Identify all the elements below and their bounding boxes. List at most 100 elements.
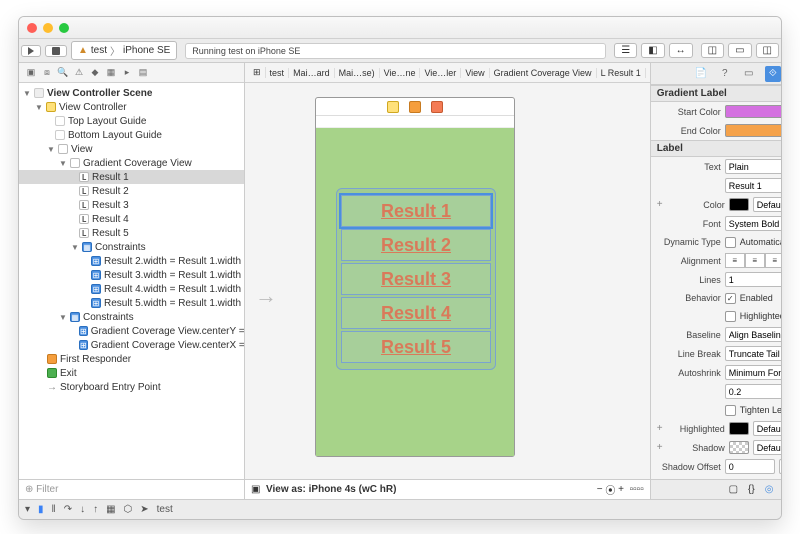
result-node[interactable]: LResult 2 — [19, 184, 244, 198]
constraint-item[interactable]: ⊞Gradient Coverage View.centerY = … — [19, 324, 244, 338]
issue-nav-icon[interactable]: ⚠ — [71, 65, 87, 81]
step-into-button[interactable]: ↓ — [80, 504, 85, 515]
location-icon[interactable]: ➤ — [140, 504, 148, 515]
start-color-well[interactable] — [725, 105, 781, 118]
responder-dock-icon[interactable] — [409, 101, 421, 113]
zoom-reset-button[interactable]: ⦿ — [605, 482, 615, 497]
help-inspector-icon[interactable]: ? — [717, 66, 733, 82]
run-button[interactable] — [21, 45, 41, 57]
stop-button[interactable] — [45, 45, 67, 57]
constraint-item[interactable]: ⊞Result 4.width = Result 1.width — [19, 282, 244, 296]
zoom-out-button[interactable]: − — [597, 484, 603, 495]
editor-jumpbar[interactable]: ⊞ test Mai…ard Mai…se) Vie…ne Vie…ler Vi… — [245, 63, 650, 83]
toggle-debug-button[interactable]: ▭ — [728, 43, 751, 58]
inspector-body[interactable]: Gradient Label Start Color▲▼ End Color▲▼… — [651, 85, 781, 479]
enabled-checkbox[interactable]: ✓ — [725, 293, 736, 304]
file-inspector-icon[interactable]: 📄 — [693, 66, 709, 82]
constraints-node[interactable]: ▼▦Constraints — [19, 240, 244, 254]
result-node[interactable]: LResult 5 — [19, 226, 244, 240]
w-stepper[interactable]: ▲▼ — [779, 459, 781, 474]
exit-dock-icon[interactable] — [431, 101, 443, 113]
dynamic-type-checkbox[interactable] — [725, 237, 736, 248]
vc-node[interactable]: ▼View Controller — [19, 100, 244, 114]
root-view[interactable]: Result 1 Result 2 Result 3 Result 4 Resu… — [316, 128, 514, 456]
breakpoint-toggle-icon[interactable]: ▮ — [38, 504, 44, 515]
view-node[interactable]: ▼View — [19, 142, 244, 156]
gcv-node[interactable]: ▼Gradient Coverage View — [19, 156, 244, 170]
shadow-width-field[interactable] — [725, 459, 775, 474]
zoom-in-button[interactable]: + — [618, 484, 624, 495]
attributes-inspector-icon[interactable]: ⟐ — [765, 66, 781, 82]
alignment-segmented[interactable]: ≡≡≡≡— — [725, 253, 781, 268]
view-as-label[interactable]: View as: iPhone 4s (wC hR) — [266, 484, 396, 495]
font-field[interactable] — [725, 216, 781, 231]
result-label[interactable]: Result 4 — [341, 297, 491, 329]
constraint-item[interactable]: ⊞Result 2.width = Result 1.width — [19, 254, 244, 268]
exit-node[interactable]: Exit — [19, 366, 244, 380]
file-template-library-icon[interactable]: ▢ — [729, 484, 738, 495]
scene-node[interactable]: ▼View Controller Scene — [19, 86, 244, 100]
test-nav-icon[interactable]: ◆ — [87, 65, 103, 81]
result-label[interactable]: Result 2 — [341, 229, 491, 261]
outline-tree[interactable]: ▼View Controller Scene ▼View Controller … — [19, 83, 244, 479]
editor-assistant-button[interactable]: ◧ — [641, 43, 664, 58]
constraints-node[interactable]: ▼▦Constraints — [19, 310, 244, 324]
result-node[interactable]: LResult 1 — [19, 170, 244, 184]
text-value-field[interactable] — [725, 178, 781, 193]
report-nav-icon[interactable]: ▤ — [135, 65, 151, 81]
text-color-select[interactable] — [753, 197, 781, 212]
result-label[interactable]: Result 5 — [341, 331, 491, 363]
text-color-well[interactable] — [729, 198, 749, 211]
device-frame[interactable]: Result 1 Result 2 Result 3 Result 4 Resu… — [315, 97, 515, 457]
canvas-viewport[interactable]: → Result 1 Result 2 Result 3 Result 4 — [245, 83, 650, 479]
constraint-item[interactable]: ⊞Result 5.width = Result 1.width — [19, 296, 244, 310]
navigator-filter[interactable]: ⊕ Filter — [19, 479, 244, 499]
step-out-button[interactable]: ↑ — [93, 504, 98, 515]
identity-inspector-icon[interactable]: ▭ — [741, 66, 757, 82]
outline-toggle-icon[interactable]: ▣ — [251, 484, 260, 495]
linebreak-select[interactable] — [725, 346, 781, 361]
close-icon[interactable] — [27, 23, 37, 33]
first-responder-node[interactable]: First Responder — [19, 352, 244, 366]
text-mode-select[interactable] — [725, 159, 781, 174]
toggle-navigator-button[interactable]: ◫ — [701, 43, 724, 58]
step-over-button[interactable]: ↷ — [64, 504, 72, 515]
autoshrink-select[interactable] — [725, 365, 781, 380]
debug-toggle-icon[interactable]: ▾ — [25, 504, 30, 515]
autoshrink-scale-field[interactable] — [725, 384, 781, 399]
pause-button[interactable]: ‖ — [52, 504, 56, 515]
baseline-select[interactable] — [725, 327, 781, 342]
debug-target[interactable]: test — [157, 504, 173, 515]
memory-graph-icon[interactable]: ⬡ — [124, 504, 133, 515]
shadow-select[interactable] — [753, 440, 781, 455]
lines-field[interactable] — [725, 272, 781, 287]
result-label[interactable]: Result 3 — [341, 263, 491, 295]
object-library-icon[interactable]: ◎ — [765, 484, 774, 495]
debug-nav-icon[interactable]: ▦ — [103, 65, 119, 81]
find-nav-icon[interactable]: 🔍 — [55, 65, 71, 81]
result-node[interactable]: LResult 3 — [19, 198, 244, 212]
code-snippet-library-icon[interactable]: {} — [748, 484, 755, 495]
minimize-icon[interactable] — [43, 23, 53, 33]
end-color-well[interactable] — [725, 124, 781, 137]
top-guide-node[interactable]: Top Layout Guide — [19, 114, 244, 128]
bottom-guide-node[interactable]: Bottom Layout Guide — [19, 128, 244, 142]
breakpoint-nav-icon[interactable]: ▸ — [119, 65, 135, 81]
toggle-inspector-button[interactable]: ◫ — [756, 43, 779, 58]
vc-dock-icon[interactable] — [387, 101, 399, 113]
constraint-item[interactable]: ⊞Gradient Coverage View.centerX = … — [19, 338, 244, 352]
scheme-selector[interactable]: ▲ test 〉 iPhone SE — [71, 41, 177, 60]
result-node[interactable]: LResult 4 — [19, 212, 244, 226]
project-nav-icon[interactable]: ▣ — [23, 65, 39, 81]
shadow-color-well[interactable] — [729, 441, 749, 454]
gradient-coverage-view[interactable]: Result 1 Result 2 Result 3 Result 4 Resu… — [336, 188, 496, 370]
zoom-icon[interactable] — [59, 23, 69, 33]
debug-view-icon[interactable]: ▦ — [106, 504, 115, 515]
highlighted-select[interactable] — [753, 421, 781, 436]
editor-standard-button[interactable]: ☰ — [614, 43, 637, 58]
editor-version-button[interactable]: ↔ — [669, 43, 693, 58]
entry-point-node[interactable]: →Storyboard Entry Point — [19, 380, 244, 394]
highlighted-color-well[interactable] — [729, 422, 749, 435]
tighten-checkbox[interactable] — [725, 405, 736, 416]
highlighted-checkbox[interactable] — [725, 311, 736, 322]
